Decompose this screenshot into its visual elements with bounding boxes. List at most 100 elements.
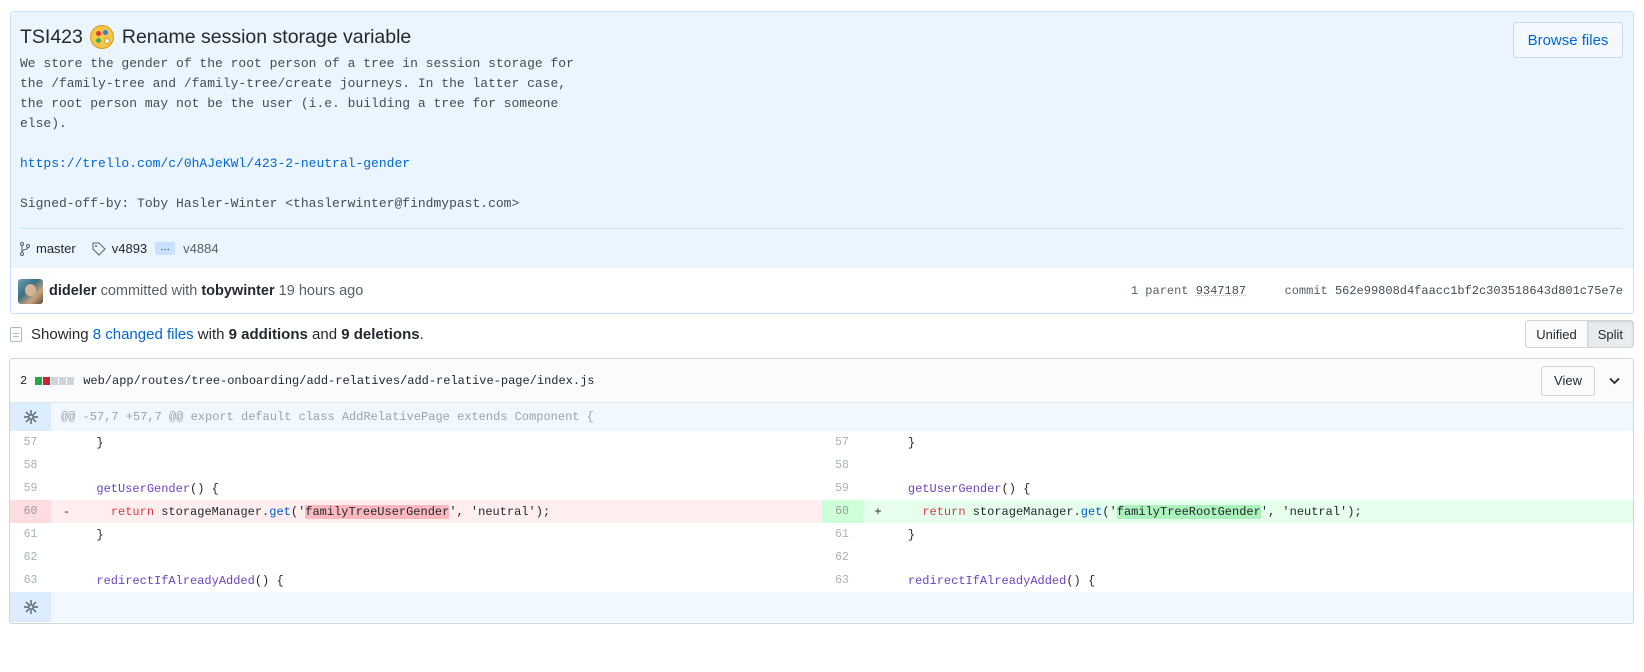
commit-header: TSI423 Rename session storage variable W…: [11, 12, 1633, 268]
parent-sha-link[interactable]: 9347187: [1196, 284, 1246, 298]
tag-from[interactable]: v4893: [112, 241, 147, 256]
diff-row: 63 redirectIfAlreadyAdded() {: [10, 569, 822, 592]
expand-up-icon[interactable]: [10, 403, 51, 431]
line-number[interactable]: 61: [822, 523, 863, 546]
diff-row: 58: [10, 454, 822, 477]
hunk-footer: [10, 592, 1633, 622]
avatar[interactable]: [18, 278, 43, 304]
file-diff: 2 web/app/routes/tree-onboarding/add-rel…: [9, 358, 1634, 624]
line-number[interactable]: 62: [822, 546, 863, 569]
code-line: redirectIfAlreadyAdded() {: [96, 573, 284, 588]
commit-trello-link[interactable]: https://trello.com/c/0hAJeKWl/423-2-neut…: [20, 156, 410, 171]
committer-link[interactable]: tobywinter: [201, 283, 274, 299]
diff-row-deletion: 60- return storageManager.get('familyTre…: [10, 500, 822, 523]
diff-row: 59 getUserGender() {: [10, 477, 822, 500]
period: .: [419, 325, 424, 343]
code-line: }: [96, 527, 104, 542]
code-line: }: [907, 435, 916, 450]
expand-down-icon[interactable]: [10, 592, 51, 622]
deletion-marker: -: [62, 504, 71, 519]
chevron-down-icon[interactable]: [1609, 374, 1623, 388]
diff-summary: Showing 8 changed files with 9 additions…: [10, 317, 1634, 351]
diffstat-bar: [35, 376, 75, 385]
additions-count: 9 additions: [228, 325, 308, 343]
diff-rows: 57 } 58 59 getUserGender() { 60- return …: [10, 431, 1633, 592]
tag-to[interactable]: v4884: [183, 241, 218, 256]
line-number[interactable]: 62: [10, 546, 51, 569]
line-number[interactable]: 60: [821, 500, 863, 523]
code-line: return storageManager.get('familyTreeRoo…: [922, 504, 1362, 519]
line-number[interactable]: 63: [10, 569, 51, 592]
file-change-count: 2: [20, 373, 28, 388]
commit-meta: dideler committed with tobywinter 19 hou…: [11, 268, 1633, 313]
tag-list: v4893 … v4884: [92, 241, 219, 256]
parent-label: 1 parent: [1130, 284, 1189, 298]
code-line: return storageManager.get('familyTreeUse…: [110, 504, 551, 519]
commit-sha: 562e99808d4faacc1bf2c303518643d801c75e7e: [1334, 284, 1623, 298]
commit-shas: 1 parent 9347187 commit 562e99808d4faacc…: [1131, 284, 1623, 298]
file-header: 2 web/app/routes/tree-onboarding/add-rel…: [10, 359, 1633, 403]
and-label: and: [312, 325, 338, 343]
diff-row: 61 }: [822, 523, 1634, 546]
line-number[interactable]: 57: [10, 431, 51, 454]
branch-bar: master v4893 … v4884: [20, 228, 1623, 268]
commit-signoff: Signed-off-by: Toby Hasler-Winter <thasl…: [20, 196, 520, 211]
commit-time: 19 hours ago: [278, 283, 364, 299]
code-line: getUserGender() {: [96, 481, 219, 496]
file-path[interactable]: web/app/routes/tree-onboarding/add-relat…: [83, 374, 594, 388]
code-line: getUserGender() {: [907, 481, 1031, 496]
branch-link[interactable]: master: [20, 241, 76, 256]
commit-authors: dideler committed with tobywinter 19 hou…: [49, 283, 363, 299]
diff-row: 63 redirectIfAlreadyAdded() {: [822, 569, 1634, 592]
tags-ellipsis-button[interactable]: …: [155, 242, 176, 255]
commit-title-prefix: TSI423: [20, 25, 83, 48]
hunk-header: @@ -57,7 +57,7 @@ export default class A…: [10, 403, 1633, 431]
split-button[interactable]: Split: [1587, 320, 1634, 348]
commit-title-text: Rename session storage variable: [121, 25, 412, 48]
diff-right-side: 57 } 58 59 getUserGender() { 60 + return …: [821, 431, 1634, 592]
line-number[interactable]: 58: [10, 454, 51, 477]
hunk-header-text: @@ -57,7 +57,7 @@ export default class A…: [61, 410, 594, 424]
code-line: redirectIfAlreadyAdded() {: [907, 573, 1096, 588]
commit-label: commit: [1284, 284, 1328, 298]
art-palette-icon: [89, 25, 114, 49]
diff-row: 61 }: [10, 523, 822, 546]
tag-icon: [92, 242, 106, 256]
highlight-deleted-key: familyTreeUserGender: [305, 504, 450, 519]
commit-description: We store the gender of the root person o…: [20, 54, 1623, 214]
line-number[interactable]: 58: [822, 454, 863, 477]
browse-files-button[interactable]: Browse files: [1513, 22, 1623, 58]
commit-box: TSI423 Rename session storage variable W…: [10, 11, 1634, 314]
diff-row: 58: [822, 454, 1634, 477]
diff-row: 57 }: [10, 431, 822, 454]
line-number[interactable]: 59: [10, 477, 51, 500]
diff-left-side: 57 } 58 59 getUserGender() { 60- return …: [10, 431, 822, 592]
unified-button[interactable]: Unified: [1525, 320, 1588, 348]
line-number[interactable]: 59: [822, 477, 863, 500]
changed-files-link[interactable]: 8 changed files: [93, 326, 194, 343]
diff-view-toggle: Unified Split: [1525, 320, 1634, 348]
branch-icon: [20, 241, 30, 256]
committed-with-label: committed with: [100, 283, 198, 299]
with-label: with: [197, 325, 225, 343]
code-line: }: [907, 527, 916, 542]
highlight-added-key: familyTreeRootGender: [1116, 504, 1261, 519]
diff-row: 59 getUserGender() {: [822, 477, 1634, 500]
view-file-button[interactable]: View: [1541, 365, 1595, 396]
addition-marker: +: [874, 504, 882, 519]
diff-row: 57 }: [822, 431, 1634, 454]
diff-row: 62: [10, 546, 822, 569]
file-diff-icon: [10, 326, 22, 342]
line-number[interactable]: 63: [822, 569, 863, 592]
commit-description-text: We store the gender of the root person o…: [20, 56, 574, 131]
deletions-count: 9 deletions: [341, 325, 420, 343]
author-link[interactable]: dideler: [49, 283, 97, 299]
branch-name: master: [36, 241, 76, 256]
diff-row: 62: [822, 546, 1634, 569]
showing-label: Showing: [31, 325, 89, 343]
code-line: }: [96, 435, 104, 450]
commit-title: TSI423 Rename session storage variable: [20, 24, 1623, 50]
line-number[interactable]: 60: [10, 500, 51, 523]
line-number[interactable]: 61: [10, 523, 51, 546]
line-number[interactable]: 57: [822, 431, 863, 454]
